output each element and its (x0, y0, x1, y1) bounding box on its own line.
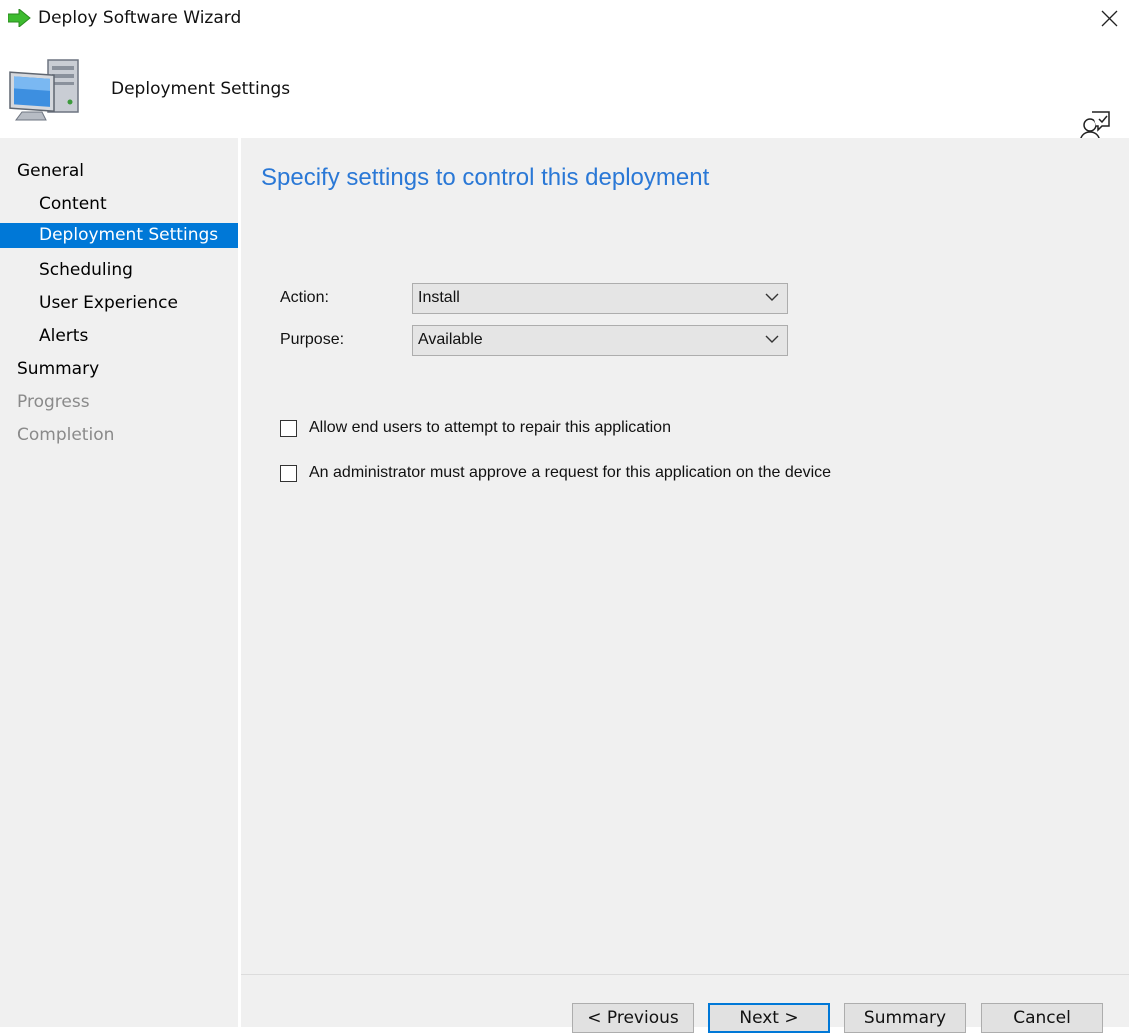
nav-item-deployment-settings[interactable]: Deployment Settings (0, 223, 238, 248)
chevron-down-icon (765, 293, 779, 301)
chevron-down-icon (765, 335, 779, 343)
nav-item-label: Progress (17, 392, 90, 412)
main-panel: Specify settings to control this deploym… (241, 138, 1129, 974)
nav-item-content[interactable]: Content (0, 192, 238, 217)
wizard-footer: < Previous Next > Summary Cancel (241, 975, 1129, 1033)
nav-item-label: User Experience (39, 293, 178, 313)
nav-item-progress: Progress (0, 390, 238, 415)
nav-item-label: General (17, 161, 84, 181)
nav-item-alerts[interactable]: Alerts (0, 324, 238, 349)
close-button[interactable] (1092, 2, 1126, 34)
nav-item-label: Alerts (39, 326, 89, 346)
nav-item-user-experience[interactable]: User Experience (0, 291, 238, 316)
main-heading: Specify settings to control this deploym… (261, 164, 710, 191)
window-title: Deploy Software Wizard (38, 8, 242, 28)
summary-button[interactable]: Summary (844, 1003, 966, 1033)
repair-checkbox[interactable] (280, 420, 297, 437)
cancel-button[interactable]: Cancel (981, 1003, 1103, 1033)
nav-item-general[interactable]: General (0, 159, 238, 184)
purpose-label: Purpose: (280, 331, 345, 348)
action-label: Action: (280, 289, 329, 306)
nav-item-label: Deployment Settings (39, 225, 219, 245)
nav-item-scheduling[interactable]: Scheduling (0, 258, 238, 283)
previous-button[interactable]: < Previous (572, 1003, 694, 1033)
approval-checkbox-label[interactable]: An administrator must approve a request … (309, 464, 831, 482)
action-value: Install (418, 289, 460, 306)
green-arrow-icon (7, 7, 32, 32)
nav-item-label: Scheduling (39, 260, 133, 280)
title-bar: Deploy Software Wizard (0, 0, 1129, 38)
nav-item-label: Completion (17, 425, 115, 445)
wizard-header: Deployment Settings (0, 38, 1129, 143)
wizard-nav: General Content Deployment Settings Sche… (0, 138, 238, 1027)
next-button[interactable]: Next > (708, 1003, 830, 1033)
nav-item-summary[interactable]: Summary (0, 357, 238, 382)
nav-item-label: Content (39, 194, 107, 214)
nav-item-completion: Completion (0, 423, 238, 448)
close-icon (1101, 10, 1118, 27)
purpose-dropdown[interactable]: Available (412, 325, 788, 356)
repair-checkbox-label[interactable]: Allow end users to attempt to repair thi… (309, 419, 671, 437)
purpose-value: Available (418, 331, 483, 348)
approval-checkbox[interactable] (280, 465, 297, 482)
nav-item-label: Summary (17, 359, 100, 379)
page-title: Deployment Settings (111, 79, 291, 99)
computer-icon (8, 54, 86, 131)
action-dropdown[interactable]: Install (412, 283, 788, 314)
